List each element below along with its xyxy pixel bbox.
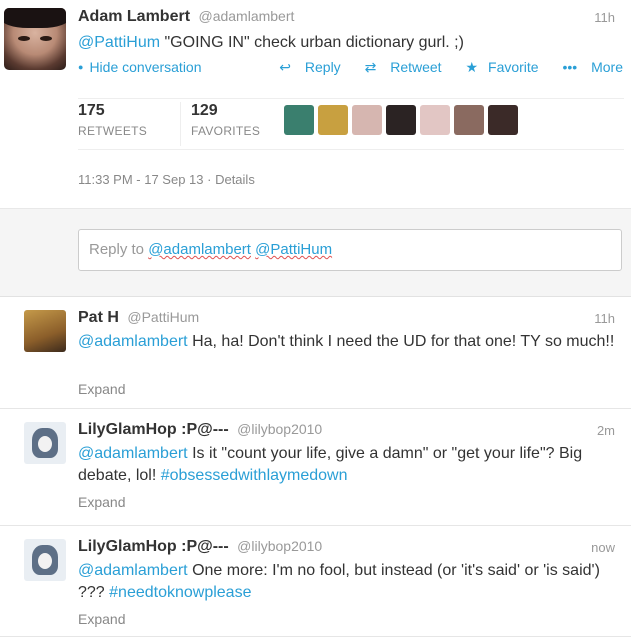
user-name[interactable]: Pat H — [78, 309, 119, 326]
reply-tweet[interactable]: LilyGlamHop :P@--- @lilybop2010 now @ada… — [0, 526, 631, 637]
avatar[interactable] — [24, 310, 66, 352]
tweet-time[interactable]: 11h — [594, 311, 615, 326]
favorites-count: 129 — [191, 102, 218, 119]
avatar[interactable] — [4, 8, 66, 70]
tweet-header: Pat H @PattiHum 11h — [78, 309, 623, 327]
mention-link[interactable]: @PattiHum — [78, 34, 160, 51]
avatar[interactable] — [24, 539, 66, 581]
avatar[interactable] — [24, 422, 66, 464]
user-handle[interactable]: @lilybop2010 — [237, 538, 322, 554]
favorites-stat[interactable]: 129 FAVORITES — [180, 102, 260, 146]
tweet-timestamp: 11:33 PM - 17 Sep 13 · Details — [78, 172, 255, 187]
user-name[interactable]: LilyGlamHop :P@--- — [78, 538, 229, 555]
reply-mention: @adamlambert — [148, 241, 251, 258]
mention-link[interactable]: @adamlambert — [78, 562, 188, 579]
reply-mention: @PattiHum — [255, 241, 333, 258]
main-tweet: Adam Lambert @adamlambert 11h @PattiHum … — [0, 0, 631, 209]
retweet-label: Retweet — [390, 59, 442, 75]
user-name[interactable]: LilyGlamHop :P@--- — [78, 421, 229, 438]
reply-icon: ↩ — [279, 59, 291, 75]
expand-link[interactable]: Expand — [78, 494, 125, 510]
retweets-stat[interactable]: 175 RETWEETS — [78, 102, 147, 138]
retweets-label: RETWEETS — [78, 124, 148, 138]
retweet-icon: ⇄ — [364, 59, 377, 75]
tweet-time[interactable]: 2m — [597, 423, 615, 438]
more-icon: ••• — [562, 59, 578, 75]
more-button[interactable]: ••• More — [552, 59, 623, 75]
tweet-body: "GOING IN" check urban dictionary gurl. … — [160, 34, 464, 51]
user-name[interactable]: Adam Lambert — [78, 8, 190, 25]
reply-label: Reply — [304, 59, 341, 75]
favorite-label: Favorite — [488, 59, 539, 75]
user-handle[interactable]: @lilybop2010 — [237, 421, 322, 437]
reply-prefix: Reply to — [89, 241, 149, 258]
favorites-label: FAVORITES — [191, 124, 261, 138]
favoriter-avatars — [284, 105, 522, 135]
favoriter-avatar[interactable] — [352, 105, 382, 135]
mention-link[interactable]: @adamlambert — [78, 445, 188, 462]
expand-link[interactable]: Expand — [78, 381, 125, 397]
reply-input[interactable]: Reply to @adamlambert @PattiHum — [78, 229, 622, 271]
tweet-stats: 175 RETWEETS 129 FAVORITES — [78, 98, 624, 150]
tweet-text: @adamlambert Is it "count your life, giv… — [78, 443, 623, 487]
user-handle[interactable]: @PattiHum — [127, 309, 199, 325]
reply-tweet[interactable]: LilyGlamHop :P@--- @lilybop2010 2m @adam… — [0, 409, 631, 526]
reply-area: Reply to @adamlambert @PattiHum — [0, 209, 631, 297]
reply-button[interactable]: ↩ Reply — [269, 59, 340, 75]
favoriter-avatar[interactable] — [420, 105, 450, 135]
star-icon: ★ — [465, 59, 479, 75]
tweet-time[interactable]: now — [591, 540, 615, 555]
retweet-button[interactable]: ⇄ Retweet — [355, 59, 442, 75]
reply-tweet[interactable]: Pat H @PattiHum 11h @adamlambert Ha, ha!… — [0, 297, 631, 409]
tweet-text: @adamlambert Ha, ha! Don't think I need … — [78, 331, 623, 353]
favorite-button[interactable]: ★ Favorite — [455, 59, 538, 75]
hide-conversation-link[interactable]: Hide conversation — [78, 59, 201, 75]
tweet-text: @PattiHum "GOING IN" check urban diction… — [78, 32, 464, 54]
retweets-count: 175 — [78, 102, 105, 119]
mention-link[interactable]: @adamlambert — [78, 333, 188, 350]
tweet-header: Adam Lambert @adamlambert 11h — [78, 8, 623, 26]
tweet-header: LilyGlamHop :P@--- @lilybop2010 2m — [78, 421, 623, 439]
user-handle[interactable]: @adamlambert — [198, 8, 294, 24]
tweet-header: LilyGlamHop :P@--- @lilybop2010 now — [78, 538, 623, 556]
hashtag-link[interactable]: #obsessedwithlaymedown — [161, 467, 348, 484]
favoriter-avatar[interactable] — [454, 105, 484, 135]
details-link[interactable]: Details — [215, 172, 255, 187]
hashtag-link[interactable]: #needtoknowplease — [109, 584, 251, 601]
favoriter-avatar[interactable] — [284, 105, 314, 135]
favoriter-avatar[interactable] — [318, 105, 348, 135]
tweet-text: @adamlambert One more: I'm no fool, but … — [78, 560, 623, 604]
more-label: More — [591, 59, 623, 75]
favoriter-avatar[interactable] — [386, 105, 416, 135]
tweet-time[interactable]: 11h — [594, 10, 615, 25]
tweet-body: Ha, ha! Don't think I need the UD for th… — [187, 333, 615, 350]
expand-link[interactable]: Expand — [78, 611, 125, 627]
favoriter-avatar[interactable] — [488, 105, 518, 135]
timestamp-text: 11:33 PM - 17 Sep 13 — [78, 172, 204, 187]
